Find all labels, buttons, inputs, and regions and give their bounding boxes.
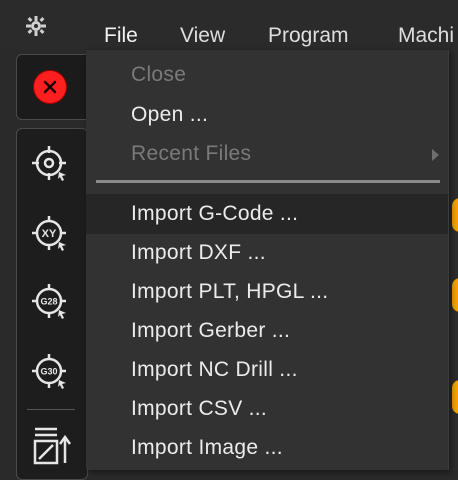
menu-item-import-plt-hpgl[interactable]: Import PLT, HPGL ... — [86, 272, 448, 312]
menu-file[interactable]: File — [104, 23, 138, 49]
menu-item-recent-files[interactable]: Recent Files — [86, 134, 448, 174]
left-toolbar: XY G28 G30 — [16, 128, 88, 480]
menu-item-label: Import G-Code ... — [131, 202, 299, 225]
menu-item-label: Import DXF ... — [131, 241, 266, 264]
menu-machine[interactable]: Machi — [398, 23, 454, 49]
touch-off-g30-button[interactable]: G30 — [29, 351, 73, 395]
menu-bar: File View Program Machi — [0, 0, 458, 50]
menu-item-import-nc-drill[interactable]: Import NC Drill ... — [86, 350, 448, 390]
menu-separator — [96, 180, 440, 183]
orange-indicator — [452, 198, 458, 232]
zero-axis-button[interactable] — [29, 425, 73, 469]
menu-item-import-gcode[interactable]: Import G-Code ... — [86, 194, 448, 234]
menu-item-import-image[interactable]: Import Image ... — [86, 428, 448, 468]
menu-item-import-csv[interactable]: Import CSV ... — [86, 389, 448, 429]
file-menu-dropdown: Close Open ... Recent Files Import G-Cod… — [86, 50, 449, 470]
menu-item-label: Close — [131, 63, 187, 86]
touch-off-g30-text: G30 — [40, 367, 57, 377]
touch-off-g30-icon: G30 — [32, 354, 66, 389]
orange-indicator — [452, 278, 458, 312]
menu-item-label: Import NC Drill ... — [131, 358, 298, 381]
menu-item-close[interactable]: Close — [86, 55, 448, 95]
menu-item-import-gerber[interactable]: Import Gerber ... — [86, 311, 448, 351]
menu-item-label: Recent Files — [131, 142, 252, 165]
menu-item-label: Import Gerber ... — [131, 319, 291, 342]
touch-off-icon — [32, 146, 66, 181]
touch-off-g28-button[interactable]: G28 — [29, 281, 73, 325]
menu-view[interactable]: View — [180, 23, 225, 49]
submenu-arrow-icon — [432, 149, 439, 161]
close-circle-icon — [43, 80, 57, 94]
menu-item-label: Import CSV ... — [131, 397, 268, 420]
menu-item-label: Import PLT, HPGL ... — [131, 280, 329, 303]
gear-bug-icon[interactable] — [24, 14, 48, 38]
toolbar-divider — [27, 409, 75, 410]
zero-axis-icon — [33, 427, 72, 465]
menu-item-label: Import Image ... — [131, 436, 283, 459]
close-button[interactable] — [34, 71, 66, 103]
touch-off-xy-icon: XY — [32, 216, 66, 251]
orange-indicator — [452, 380, 458, 414]
menu-item-import-dxf[interactable]: Import DXF ... — [86, 233, 448, 273]
menu-item-label: Open ... — [131, 103, 209, 126]
touch-off-xy-button[interactable]: XY — [29, 213, 73, 257]
touch-off-xy-text: XY — [42, 228, 57, 240]
menu-program[interactable]: Program — [268, 23, 349, 49]
menu-item-open[interactable]: Open ... — [86, 95, 448, 135]
touch-off-g28-icon: G28 — [32, 284, 66, 319]
touch-off-button[interactable] — [29, 143, 73, 187]
touch-off-g28-text: G28 — [40, 297, 57, 307]
